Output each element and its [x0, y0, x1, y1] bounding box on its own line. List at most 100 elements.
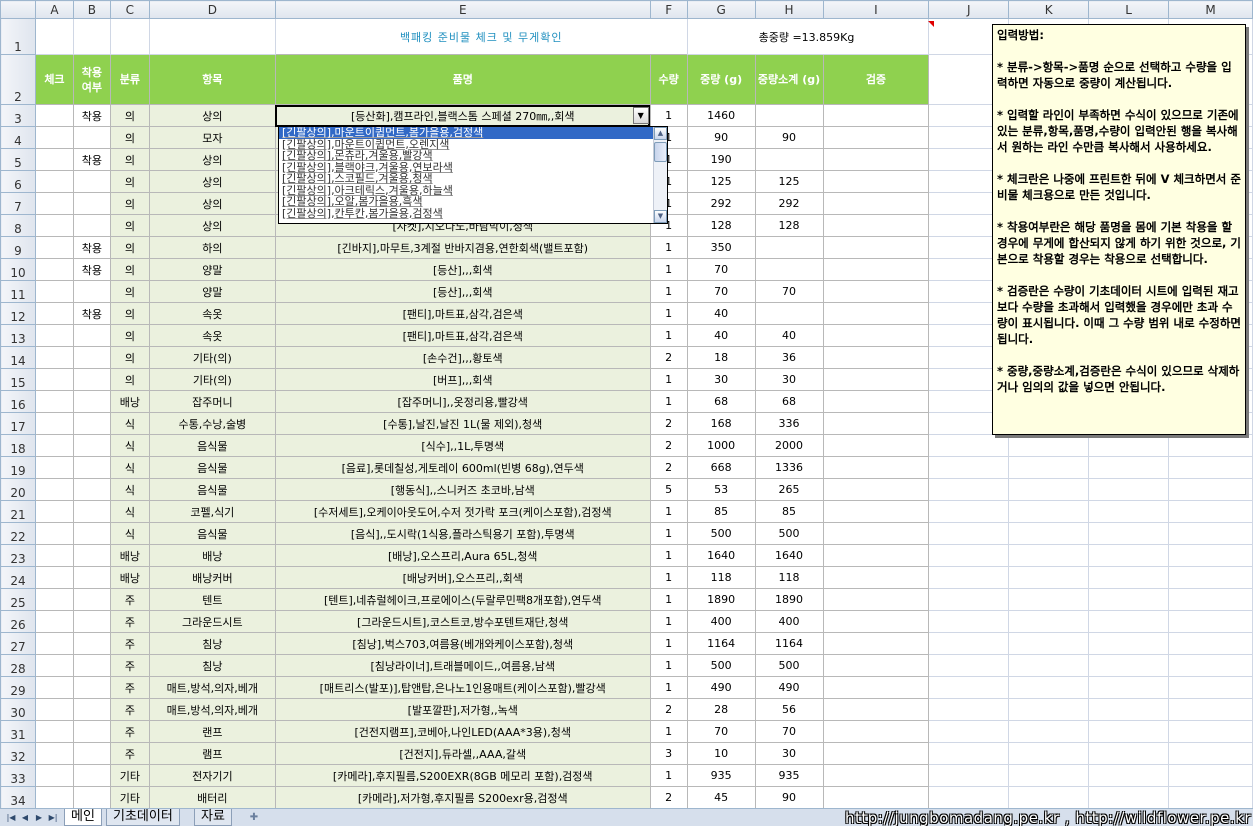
cell-wear[interactable] — [72, 456, 111, 479]
cell-subtotal[interactable]: 70 — [754, 720, 824, 743]
cell[interactable] — [1168, 500, 1253, 523]
cell[interactable] — [1008, 676, 1090, 699]
cell-product[interactable]: [식수],,1L,투명색 — [274, 434, 651, 457]
cell-wear[interactable] — [72, 368, 111, 391]
cell-product[interactable]: [카메라],저가형,후지필름 S200exr용,검정색 — [274, 786, 651, 808]
cell-item[interactable]: 침낭 — [148, 632, 276, 655]
cell-subtotal[interactable]: 40 — [754, 324, 824, 347]
cell-verify[interactable] — [822, 632, 930, 655]
cell-subtotal[interactable]: 36 — [754, 346, 824, 369]
cell[interactable] — [1008, 434, 1090, 457]
cell-item[interactable]: 잡주머니 — [148, 390, 276, 413]
cell-check[interactable] — [34, 412, 74, 435]
cell[interactable] — [1168, 544, 1253, 567]
cell-category[interactable]: 식 — [109, 478, 150, 501]
cell-qty[interactable]: 3 — [649, 742, 688, 765]
cell-check[interactable] — [34, 654, 74, 677]
cell[interactable] — [1168, 698, 1253, 721]
column-header-l[interactable]: L — [1088, 0, 1169, 19]
cell-verify[interactable] — [822, 786, 930, 808]
cell-weight[interactable]: 668 — [686, 456, 756, 479]
cell-item[interactable]: 매트,방석,의자,베개 — [148, 698, 276, 721]
row-header[interactable]: 4 — [0, 126, 36, 149]
cell-category[interactable]: 의 — [109, 258, 150, 281]
sheet-title[interactable]: 백패킹 준비물 체크 및 무게확인 — [275, 19, 687, 55]
cell-verify[interactable] — [822, 434, 930, 457]
cell-category[interactable]: 주 — [109, 720, 150, 743]
cell[interactable] — [1088, 500, 1169, 523]
cell[interactable] — [928, 566, 1010, 589]
cell-weight[interactable]: 190 — [686, 148, 756, 171]
row-header[interactable]: 16 — [0, 390, 36, 413]
cell[interactable] — [1088, 720, 1169, 743]
spreadsheet-grid[interactable]: A B C D E F G H I J K L M 1 백패킹 준비물 체크 및… — [0, 0, 1253, 808]
column-header-b[interactable]: B — [72, 0, 111, 19]
cell[interactable] — [928, 698, 1010, 721]
cell[interactable] — [1088, 654, 1169, 677]
scroll-thumb[interactable] — [654, 142, 667, 162]
row-header[interactable]: 27 — [0, 632, 36, 655]
cell[interactable] — [1008, 786, 1090, 808]
cell-weight[interactable]: 70 — [686, 280, 756, 303]
cell-check[interactable] — [34, 566, 74, 589]
cell-product[interactable]: [건전지],듀라셀,,AAA,갈색 — [274, 742, 651, 765]
cell-product[interactable]: [등산화],캠프라인,블랙스톰 스페셜 270㎜,,회색 ▼ — [274, 104, 651, 127]
cell-product[interactable]: [침낭라이너],트래블메이드,,여름용,남색 — [274, 654, 651, 677]
cell-item[interactable]: 배낭 — [148, 544, 276, 567]
cell-category[interactable]: 의 — [109, 214, 150, 237]
tab-data[interactable]: 자료 — [194, 809, 232, 826]
cell[interactable] — [928, 676, 1010, 699]
cell-verify[interactable] — [822, 764, 930, 787]
row-header[interactable]: 28 — [0, 654, 36, 677]
header-product[interactable]: 품명 — [274, 54, 651, 105]
cell-category[interactable]: 주 — [109, 698, 150, 721]
header-verify[interactable]: 검증 — [822, 54, 930, 105]
cell-subtotal[interactable]: 30 — [754, 368, 824, 391]
cell-check[interactable] — [34, 764, 74, 787]
cell[interactable] — [1008, 456, 1090, 479]
cell-weight[interactable]: 1640 — [686, 544, 756, 567]
dropdown-option[interactable]: [긴팔상의],몬츄라,겨울용,빨강색 — [279, 150, 667, 162]
cell-check[interactable] — [34, 786, 74, 808]
cell-verify[interactable] — [822, 126, 930, 149]
cell-category[interactable]: 의 — [109, 368, 150, 391]
cell-qty[interactable]: 1 — [649, 610, 688, 633]
cell-product[interactable]: [팬티],마트표,삼각,검은색 — [274, 324, 651, 347]
cell-subtotal[interactable]: 265 — [754, 478, 824, 501]
cell-product[interactable]: [팬티],마트표,삼각,검은색 — [274, 302, 651, 325]
cell-product[interactable]: [잡주머니],,옷정리용,빨강색 — [274, 390, 651, 413]
cell-subtotal[interactable]: 500 — [754, 522, 824, 545]
row-header[interactable]: 12 — [0, 302, 36, 325]
cell-item[interactable]: 랜프 — [148, 720, 276, 743]
cell-subtotal[interactable] — [754, 258, 824, 281]
cell-subtotal[interactable]: 2000 — [754, 434, 824, 457]
cell-product[interactable]: [배낭],오스프리,Aura 65L,청색 — [274, 544, 651, 567]
cell-subtotal[interactable]: 500 — [754, 654, 824, 677]
cell-check[interactable] — [34, 588, 74, 611]
cell-product[interactable]: [긴바지],마무트,3계절 반바지겸용,연한회색(밸트포함) — [274, 236, 651, 259]
cell-wear[interactable] — [72, 346, 111, 369]
row-header[interactable]: 18 — [0, 434, 36, 457]
cell-verify[interactable] — [822, 456, 930, 479]
cell[interactable] — [928, 742, 1010, 765]
cell-weight[interactable]: 70 — [686, 258, 756, 281]
cell[interactable] — [928, 434, 1010, 457]
cell-qty[interactable]: 1 — [649, 236, 688, 259]
cell[interactable] — [1008, 500, 1090, 523]
cell-item[interactable]: 하의 — [148, 236, 276, 259]
row-header[interactable]: 7 — [0, 192, 36, 215]
cell[interactable] — [1088, 698, 1169, 721]
cell-subtotal[interactable]: 1164 — [754, 632, 824, 655]
cell-item[interactable]: 음식물 — [148, 522, 276, 545]
cell-verify[interactable] — [822, 346, 930, 369]
cell[interactable] — [1008, 654, 1090, 677]
cell-verify[interactable] — [822, 742, 930, 765]
row-header[interactable]: 24 — [0, 566, 36, 589]
cell[interactable] — [1088, 434, 1169, 457]
column-header-h[interactable]: H — [754, 0, 824, 19]
cell-subtotal[interactable]: 1336 — [754, 456, 824, 479]
cell-category[interactable]: 식 — [109, 412, 150, 435]
scroll-up-icon[interactable]: ▲ — [654, 127, 667, 140]
cell[interactable] — [1008, 478, 1090, 501]
cell[interactable] — [1088, 676, 1169, 699]
